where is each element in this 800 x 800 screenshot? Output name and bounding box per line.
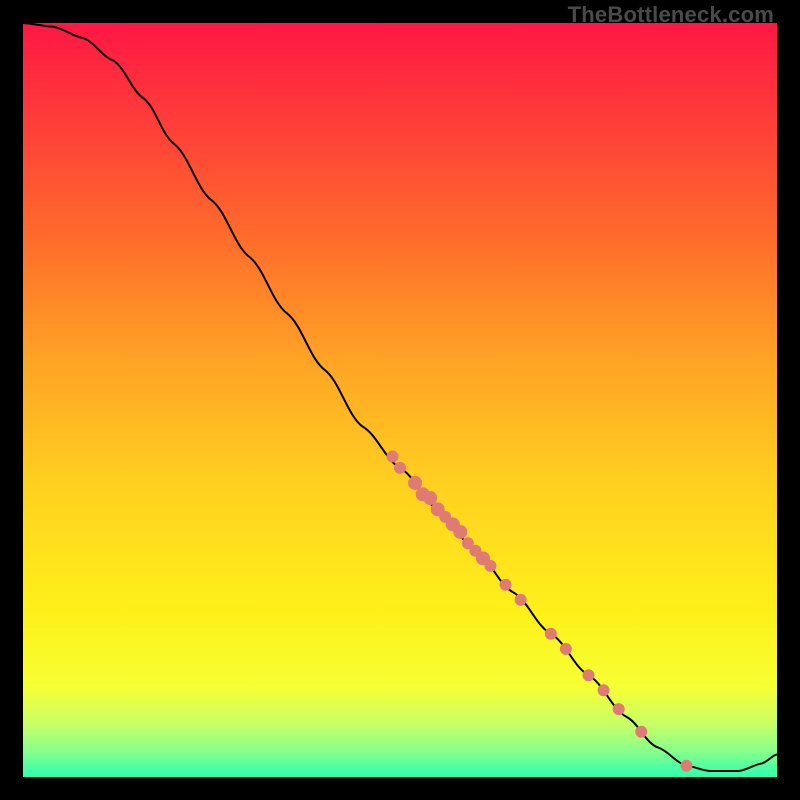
scatter-point <box>484 560 496 572</box>
scatter-point <box>613 703 625 715</box>
scatter-point <box>681 760 693 772</box>
chart-frame: TheBottleneck.com <box>0 0 800 800</box>
scatter-point <box>394 462 406 474</box>
scatter-point <box>583 669 595 681</box>
scatter-point <box>453 525 467 539</box>
scatter-point <box>560 643 572 655</box>
scatter-point <box>635 726 647 738</box>
scatter-point <box>598 684 610 696</box>
scatter-point <box>515 594 527 606</box>
scatter-point <box>386 451 398 463</box>
chart-plot <box>23 23 777 777</box>
plot-background <box>23 23 777 777</box>
scatter-point <box>545 628 557 640</box>
scatter-point <box>500 579 512 591</box>
